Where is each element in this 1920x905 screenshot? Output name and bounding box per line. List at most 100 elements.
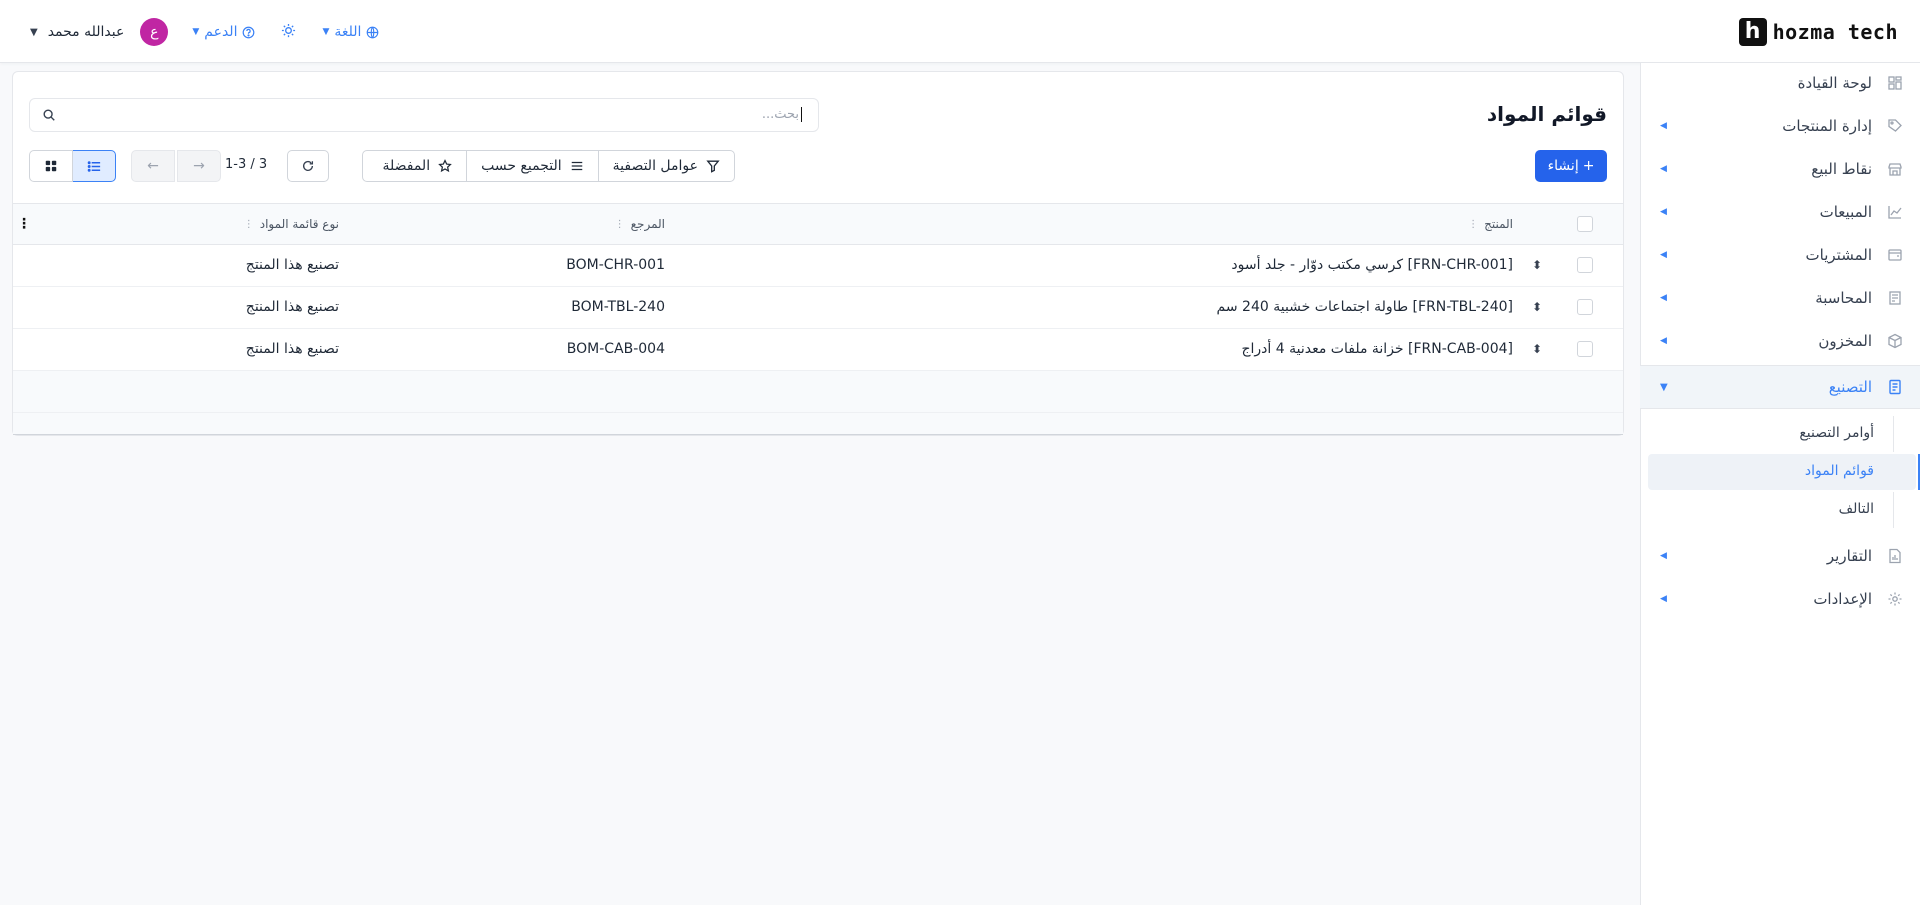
create-label: إنشاء xyxy=(1547,158,1579,174)
sidebar-item-label: لوحة القيادة xyxy=(1797,74,1872,92)
cell-product[interactable]: [FRN-TBL-240] طاولة اجتماعات خشبية 240 س… xyxy=(1217,299,1513,315)
search-icon[interactable] xyxy=(42,108,56,122)
drag-handle-icon[interactable]: ⬍ xyxy=(1532,342,1542,356)
expand-arrow-icon: ◀ xyxy=(1660,121,1667,131)
cell-bom-type[interactable]: تصنيع هذا المنتج xyxy=(246,299,339,315)
ledger-icon xyxy=(1886,289,1904,307)
support-label: الدعم xyxy=(204,24,238,40)
table-row[interactable]: ⬍ [FRN-TBL-240] طاولة اجتماعات خشبية 240… xyxy=(13,287,1623,329)
cell-reference[interactable]: BOM-CAB-004 xyxy=(567,341,665,357)
column-label: نوع قائمة المواد xyxy=(259,217,339,231)
sidebar-item-label: المشتريات xyxy=(1805,246,1872,264)
cell-product[interactable]: [FRN-CAB-004] خزانة ملفات معدنية 4 أدراج xyxy=(1241,341,1513,357)
brand-logo[interactable]: h hozma tech xyxy=(1738,18,1898,46)
sidebar-subitem-manufacturing-orders[interactable]: أوامر التصنيع xyxy=(1640,416,1920,452)
sidebar-item-sales[interactable]: المبيعات ◀ xyxy=(1640,192,1920,232)
grid-view-icon xyxy=(45,160,57,172)
sidebar-item-pos[interactable]: نقاط البيع ◀ xyxy=(1640,149,1920,189)
filters-button[interactable]: عوامل التصفية xyxy=(597,151,734,181)
sidebar-item-inventory[interactable]: المخزون ◀ xyxy=(1640,321,1920,361)
sidebar-subitem-bills-of-materials[interactable]: قوائم المواد xyxy=(1640,454,1920,490)
language-menu[interactable]: ▼ اللغة xyxy=(322,24,379,40)
grid-icon xyxy=(1886,74,1904,92)
pager-prev-button[interactable]: ← xyxy=(131,150,175,182)
sidebar-item-label: التصنيع xyxy=(1828,378,1872,396)
theme-toggle-sun-icon[interactable] xyxy=(281,23,296,42)
refresh-icon xyxy=(302,160,314,171)
sidebar-item-accounting[interactable]: المحاسبة ◀ xyxy=(1640,278,1920,318)
list-view-button[interactable] xyxy=(72,150,116,182)
sidebar-item-reports[interactable]: التقارير ◀ xyxy=(1640,536,1920,576)
support-caret-icon: ▼ xyxy=(192,27,200,37)
document-icon xyxy=(1886,378,1904,396)
pager-next-button[interactable]: → xyxy=(177,150,221,182)
list-lines-icon xyxy=(571,161,582,171)
favorites-button[interactable]: المفضلة xyxy=(368,151,466,181)
expand-arrow-icon: ◀ xyxy=(1660,207,1667,217)
sidebar-item-products[interactable]: إدارة المنتجات ◀ xyxy=(1640,106,1920,146)
table-header: المنتج ⋮ المرجع ⋮ نوع قائمة المواد ⋮ ⋮ xyxy=(13,203,1623,245)
refresh-button[interactable] xyxy=(287,150,329,182)
expand-arrow-icon: ◀ xyxy=(1660,551,1667,561)
top-bar: h hozma tech ▼ عبدالله محمد ع ▼ الدعم ▼ … xyxy=(0,0,1920,63)
user-menu-caret-icon[interactable]: ▼ xyxy=(30,27,38,38)
cell-bom-type[interactable]: تصنيع هذا المنتج xyxy=(246,257,339,273)
search-placeholder: بحث... xyxy=(762,107,802,122)
sidebar-subitem-label: التالف xyxy=(1838,501,1874,517)
avatar[interactable]: ع xyxy=(140,18,169,46)
brand-name: hozma tech xyxy=(1772,20,1898,44)
column-header-bom-type[interactable]: نوع قائمة المواد ⋮ xyxy=(244,217,339,231)
star-icon xyxy=(438,159,452,173)
table-empty-row xyxy=(13,371,1623,413)
tag-icon xyxy=(1886,117,1904,135)
cell-bom-type[interactable]: تصنيع هذا المنتج xyxy=(246,341,339,357)
sort-icon: ⋮ xyxy=(1468,218,1479,230)
filter-icon xyxy=(706,160,720,173)
create-button[interactable]: + إنشاء xyxy=(1535,150,1607,182)
row-checkbox[interactable] xyxy=(1577,341,1593,357)
user-name[interactable]: عبدالله محمد xyxy=(48,24,125,40)
group-by-label: التجميع حسب xyxy=(481,158,562,174)
drag-handle-icon[interactable]: ⬍ xyxy=(1532,258,1542,272)
language-label: اللغة xyxy=(334,24,362,40)
page-title: قوائم المواد xyxy=(1486,102,1607,126)
sidebar-item-manufacturing[interactable]: التصنيع ▼ xyxy=(1640,365,1920,409)
sort-icon: ⋮ xyxy=(243,218,254,230)
drag-handle-icon[interactable]: ⬍ xyxy=(1532,300,1542,314)
help-circle-icon xyxy=(243,26,255,38)
sidebar-item-label: إدارة المنتجات xyxy=(1782,117,1872,135)
sidebar-subitem-label: قوائم المواد xyxy=(1804,463,1874,479)
sidebar-item-settings[interactable]: الإعدادات ◀ xyxy=(1640,579,1920,619)
sort-icon: ⋮ xyxy=(614,218,625,230)
gear-icon xyxy=(1886,590,1904,608)
column-options-kebab-icon[interactable]: ⋮ xyxy=(17,216,31,232)
list-view-icon xyxy=(87,160,100,172)
table-row[interactable]: ⬍ [FRN-CAB-004] خزانة ملفات معدنية 4 أدر… xyxy=(13,329,1623,371)
sidebar-item-purchases[interactable]: المشتريات ◀ xyxy=(1640,235,1920,275)
group-by-button[interactable]: التجميع حسب xyxy=(466,151,598,181)
column-header-reference[interactable]: المرجع ⋮ xyxy=(615,217,665,231)
column-header-product[interactable]: المنتج ⋮ xyxy=(1468,217,1513,231)
column-label: المرجع xyxy=(630,217,665,231)
sidebar-item-dashboard[interactable]: لوحة القيادة xyxy=(1640,63,1920,103)
pager-range[interactable]: 1-3 / 3 xyxy=(225,157,267,172)
row-checkbox[interactable] xyxy=(1577,299,1593,315)
store-icon xyxy=(1886,160,1904,178)
sidebar-subitem-scrap[interactable]: التالف xyxy=(1640,492,1920,528)
support-menu[interactable]: ▼ الدعم xyxy=(192,24,255,40)
sidebar: لوحة القيادة إدارة المنتجات ◀ نقاط البيع… xyxy=(1640,63,1920,905)
sidebar-item-label: المحاسبة xyxy=(1815,289,1872,307)
row-checkbox[interactable] xyxy=(1577,257,1593,273)
sidebar-item-label: التقارير xyxy=(1826,547,1872,565)
cell-product[interactable]: [FRN-CHR-001] كرسي مكتب دوّار - جلد أسود xyxy=(1231,257,1513,273)
expand-arrow-icon: ◀ xyxy=(1660,250,1667,260)
sidebar-item-label: المخزون xyxy=(1818,332,1872,350)
select-all-checkbox[interactable] xyxy=(1577,216,1593,232)
cell-reference[interactable]: BOM-CHR-001 xyxy=(566,257,665,273)
chart-line-icon xyxy=(1886,203,1904,221)
cell-reference[interactable]: BOM-TBL-240 xyxy=(571,299,665,315)
table-row[interactable]: ⬍ [FRN-CHR-001] كرسي مكتب دوّار - جلد أس… xyxy=(13,245,1623,287)
kanban-view-button[interactable] xyxy=(29,150,73,182)
search-input[interactable]: بحث... xyxy=(29,98,819,132)
filters-label: عوامل التصفية xyxy=(612,158,698,174)
